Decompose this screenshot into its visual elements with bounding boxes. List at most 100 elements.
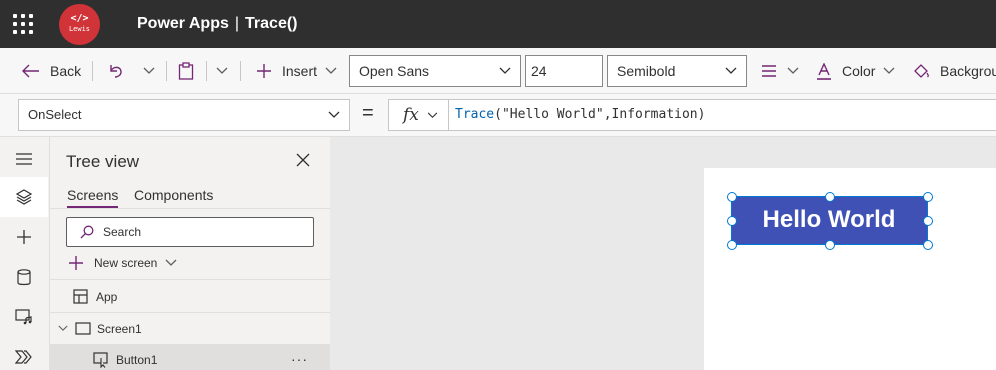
chevron-down-icon [787,67,799,74]
new-screen-button[interactable]: New screen [68,255,177,271]
title-separator: | [234,15,240,32]
property-value: OnSelect [28,107,82,122]
formula-function: Trace [455,107,495,122]
resize-handle[interactable] [923,216,933,226]
resize-handle[interactable] [727,192,737,202]
font-color-icon [817,62,831,80]
clipboard-icon [178,62,194,80]
insert-label: Insert [282,63,318,79]
plus-icon [17,230,31,244]
chevron-down-icon [165,259,177,266]
plus-icon [257,64,271,78]
divider [50,208,330,209]
app-launcher-icon[interactable] [13,14,33,34]
user-avatar[interactable]: </> Lewis [59,4,100,45]
app-header: </> Lewis Power Apps | Trace() [0,0,996,48]
tree-view-pane: Tree view Screens Components New screen … [50,137,330,370]
media-icon [15,309,32,325]
button-control-icon [93,351,108,368]
divider [92,61,93,81]
power-automate-button[interactable] [0,337,48,370]
font-weight-dropdown[interactable]: Semibold [607,55,747,87]
app-file-name: Trace() [245,15,298,32]
background-label: Backgrou [940,63,996,79]
back-arrow-icon [22,64,39,78]
screen-icon [75,322,91,335]
formula-arguments: ("Hello World",Information) [494,107,706,122]
formula-bar: OnSelect = fx Trace("Hello World",Inform… [0,94,996,137]
chevron-down-icon [216,67,228,74]
resize-handle[interactable] [923,192,933,202]
chevron-down-icon [884,67,895,74]
app-title: Power Apps | Trace() [137,15,298,33]
property-dropdown[interactable]: OnSelect [18,99,350,131]
chevron-down-icon [328,111,340,118]
chevron-down-icon [427,112,438,119]
function-button[interactable]: fx [388,99,449,131]
insert-button[interactable]: Insert [256,48,337,94]
divider [166,61,167,81]
search-icon [80,225,94,239]
tree-view-button[interactable] [0,177,48,217]
divider [50,279,330,280]
font-size-value: 24 [531,63,547,79]
font-weight-value: Semibold [617,63,676,79]
paste-dropdown-button[interactable] [216,48,228,94]
chevron-down-icon [143,67,155,74]
font-size-input[interactable]: 24 [525,55,603,87]
back-label: Back [50,63,82,79]
tree-view-title: Tree view [66,152,140,171]
database-icon [17,268,31,285]
more-options-icon[interactable]: ··· [291,351,308,367]
avatar-logo-code: </> [70,13,89,24]
chevron-down-icon [499,67,511,74]
flow-icon [15,350,32,364]
tree-node-label: Button1 [116,352,158,367]
chevron-down-icon[interactable] [58,325,68,332]
close-icon[interactable] [296,153,310,167]
text-align-button[interactable] [761,48,799,94]
avatar-logo-name: Lewis [68,25,91,33]
app-screen[interactable]: Hello World [704,168,996,370]
font-family-dropdown[interactable]: Open Sans [349,55,521,87]
resize-handle[interactable] [825,240,835,250]
color-button[interactable]: Color [816,48,895,94]
chevron-down-icon [725,67,737,74]
undo-button[interactable] [108,48,124,94]
hello-world-button[interactable]: Hello World [731,196,927,244]
command-bar: Back Insert Open Sans 24 Semibold Color [0,48,996,94]
design-canvas: Hello World [330,137,996,370]
paste-button[interactable] [178,48,194,94]
back-button[interactable]: Back [22,48,81,94]
insert-rail-button[interactable] [0,217,48,257]
resize-handle[interactable] [923,240,933,250]
tree-node-screen1[interactable]: Screen1 [50,313,330,344]
equals-sign: = [362,102,374,124]
data-button[interactable] [0,257,48,297]
divider [206,61,207,81]
color-label: Color [842,63,876,79]
search-input[interactable] [103,222,303,242]
background-button[interactable]: Backgrou [912,48,996,94]
app-icon [73,289,88,304]
fx-icon: fx [403,105,419,125]
product-name: Power Apps [137,15,229,32]
search-box [66,217,314,247]
undo-icon [110,65,122,78]
tree-node-label: App [96,289,118,304]
tree-node-app[interactable]: App [50,281,330,312]
resize-handle[interactable] [727,240,737,250]
divider [240,61,241,81]
formula-input[interactable]: Trace("Hello World",Information) [448,99,996,131]
resize-handle[interactable] [825,192,835,202]
undo-dropdown-button[interactable] [143,48,155,94]
align-icon [762,65,776,77]
plus-icon [69,256,83,270]
chevron-down-icon [325,67,337,74]
tab-components[interactable]: Components [134,187,213,203]
menu-button[interactable] [0,139,48,179]
media-button[interactable] [0,297,48,337]
resize-handle[interactable] [727,216,737,226]
tab-screens[interactable]: Screens [67,187,119,208]
tree-node-button1[interactable]: Button1 ··· [50,344,330,370]
